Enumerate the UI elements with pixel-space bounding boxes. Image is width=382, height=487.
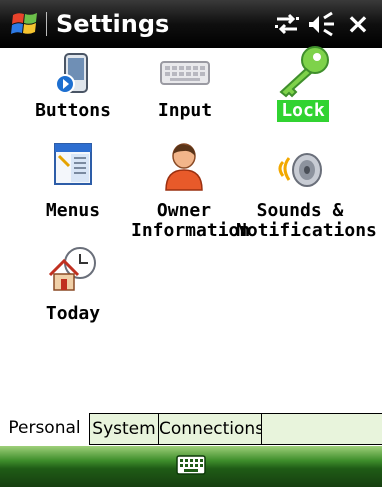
input-label: Input bbox=[157, 100, 213, 121]
owner-person-icon bbox=[165, 143, 203, 191]
settings-item-input[interactable]: Input bbox=[145, 52, 225, 122]
owner-label-line2: Information bbox=[131, 220, 251, 241]
connectivity-arrows-icon[interactable] bbox=[273, 10, 301, 38]
tab-strip-filler bbox=[262, 413, 382, 445]
menus-icon bbox=[54, 143, 92, 185]
lock-label-wrap: Lock bbox=[258, 100, 348, 122]
tab-personal[interactable]: Personal bbox=[0, 413, 90, 445]
title-bar: Settings × bbox=[0, 0, 382, 48]
page-title: Settings bbox=[56, 10, 170, 38]
lock-label: Lock bbox=[277, 100, 329, 122]
settings-item-today[interactable]: Today bbox=[30, 245, 116, 324]
menus-label: Menus bbox=[45, 200, 101, 221]
settings-item-sounds-notifications[interactable]: Sounds & Notifications bbox=[236, 142, 377, 241]
sounds-label-line2: Notifications bbox=[236, 220, 377, 241]
keyboard-sip-icon[interactable] bbox=[176, 455, 206, 475]
speaker-volume-icon[interactable] bbox=[308, 10, 338, 38]
buttons-label: Buttons bbox=[35, 100, 111, 121]
settings-item-lock[interactable]: Lock bbox=[258, 44, 348, 122]
settings-item-buttons[interactable]: Buttons bbox=[30, 52, 116, 122]
settings-item-owner-information[interactable]: Owner Information bbox=[131, 142, 250, 241]
close-button[interactable]: × bbox=[342, 6, 374, 42]
windows-flag-icon[interactable] bbox=[10, 9, 40, 39]
buttons-icon bbox=[55, 53, 88, 94]
today-label: Today bbox=[45, 303, 101, 324]
owner-label-line1: Owner bbox=[156, 200, 212, 221]
tab-connections[interactable]: Connections bbox=[159, 413, 264, 445]
tab-system[interactable]: System bbox=[90, 413, 159, 445]
key-icon bbox=[279, 46, 329, 98]
title-separator bbox=[46, 12, 47, 36]
settings-item-menus[interactable]: Menus bbox=[30, 142, 116, 221]
sounds-label-line1: Sounds & bbox=[256, 200, 344, 221]
sounds-speaker-icon bbox=[278, 153, 322, 187]
keyboard-icon bbox=[160, 61, 210, 85]
today-house-clock-icon bbox=[48, 247, 96, 291]
